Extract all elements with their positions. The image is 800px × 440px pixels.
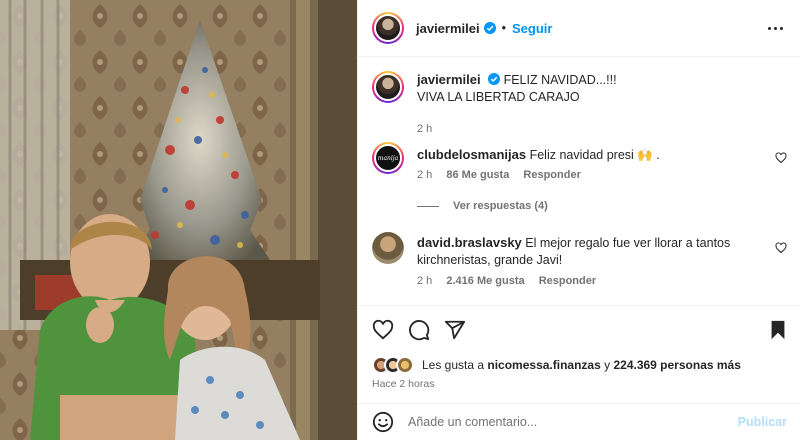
posted-ago[interactable]: Hace 2 horas	[372, 378, 434, 390]
likes-summary: Les gusta a nicomessa.finanzas y 224.369…	[372, 354, 741, 376]
likes-middle: y	[604, 358, 611, 372]
likes-text: Les gusta a nicomessa.finanzas y 224.369…	[422, 358, 741, 372]
replies-divider	[417, 205, 439, 207]
heart-icon[interactable]	[775, 242, 787, 254]
liker-username[interactable]: nicomessa.finanzas	[487, 358, 600, 372]
comment-meta: 2 h 86 Me gusta Responder	[417, 169, 592, 181]
christmas-photo-image	[0, 0, 357, 440]
post-header: javiermilei • Seguir	[358, 0, 800, 57]
comment-meta: 2 h 2.416 Me gusta Responder	[417, 275, 607, 287]
post-actions-bar	[358, 305, 800, 350]
heart-icon[interactable]	[372, 319, 394, 341]
bookmark-icon[interactable]	[767, 319, 789, 341]
likes-count[interactable]: 224.369 personas más	[613, 358, 740, 372]
comment-body: david.braslavsky El mejor regalo fue ver…	[417, 234, 763, 269]
verified-badge-icon	[488, 73, 501, 85]
likes-prefix: Les gusta a	[422, 358, 485, 372]
commenter-avatar-text: manija	[377, 154, 399, 162]
share-icon[interactable]	[444, 319, 466, 341]
comment-item: david.braslavsky El mejor regalo fue ver…	[372, 232, 787, 292]
comment-username[interactable]: clubdelosmanijas	[417, 147, 526, 162]
caption-text-line1: FELIZ NAVIDAD...!!!	[503, 73, 617, 87]
view-replies-label: Ver respuestas (4)	[453, 200, 548, 212]
comment-icon[interactable]	[408, 319, 430, 341]
comment-text: Feliz navidad presi 🙌 .	[529, 148, 660, 162]
add-comment-bar: Publicar	[358, 403, 800, 440]
caption-text-line2: VIVA LA LIBERTAD CARAJO	[417, 90, 580, 104]
post-side-panel: javiermilei • Seguir javiermilei FELIZ N…	[357, 0, 800, 440]
commenter-avatar[interactable]	[372, 232, 404, 264]
comment-input[interactable]	[408, 415, 718, 429]
caption-time[interactable]: 2 h	[417, 123, 432, 135]
comment-item: manija clubdelosmanijas Feliz navidad pr…	[372, 142, 787, 192]
more-options-icon[interactable]	[763, 18, 787, 38]
instagram-post: javiermilei • Seguir javiermilei FELIZ N…	[0, 0, 800, 440]
comment-likes[interactable]: 86 Me gusta	[446, 169, 509, 181]
author-avatar[interactable]	[372, 12, 404, 44]
comment-body: clubdelosmanijas Feliz navidad presi 🙌 .	[417, 146, 763, 164]
post-caption: javiermilei FELIZ NAVIDAD...!!! VIVA LA …	[372, 71, 787, 135]
separator-dot: •	[501, 21, 506, 35]
comment-time[interactable]: 2 h	[417, 169, 432, 181]
reply-button[interactable]: Responder	[523, 169, 580, 181]
reply-button[interactable]: Responder	[539, 275, 596, 287]
caption-username[interactable]: javiermilei	[417, 72, 481, 87]
publish-button[interactable]: Publicar	[738, 415, 787, 429]
commenter-avatar[interactable]: manija	[372, 142, 404, 174]
verified-badge-icon	[483, 22, 496, 34]
comment-likes[interactable]: 2.416 Me gusta	[446, 275, 524, 287]
caption-meta: 2 h	[417, 123, 443, 135]
emoji-icon[interactable]	[372, 411, 394, 433]
caption-body: javiermilei FELIZ NAVIDAD...!!! VIVA LA …	[417, 71, 763, 106]
follow-button[interactable]: Seguir	[512, 21, 552, 36]
view-replies-button[interactable]: Ver respuestas (4)	[417, 200, 548, 212]
heart-icon[interactable]	[775, 152, 787, 164]
comment-time[interactable]: 2 h	[417, 275, 432, 287]
author-username[interactable]: javiermilei	[416, 21, 480, 36]
post-photo[interactable]	[0, 0, 357, 440]
comment-username[interactable]: david.braslavsky	[417, 235, 522, 250]
caption-author-avatar[interactable]	[372, 71, 404, 103]
comments-section[interactable]: javiermilei FELIZ NAVIDAD...!!! VIVA LA …	[358, 57, 800, 305]
liker-avatar[interactable]	[396, 356, 414, 374]
